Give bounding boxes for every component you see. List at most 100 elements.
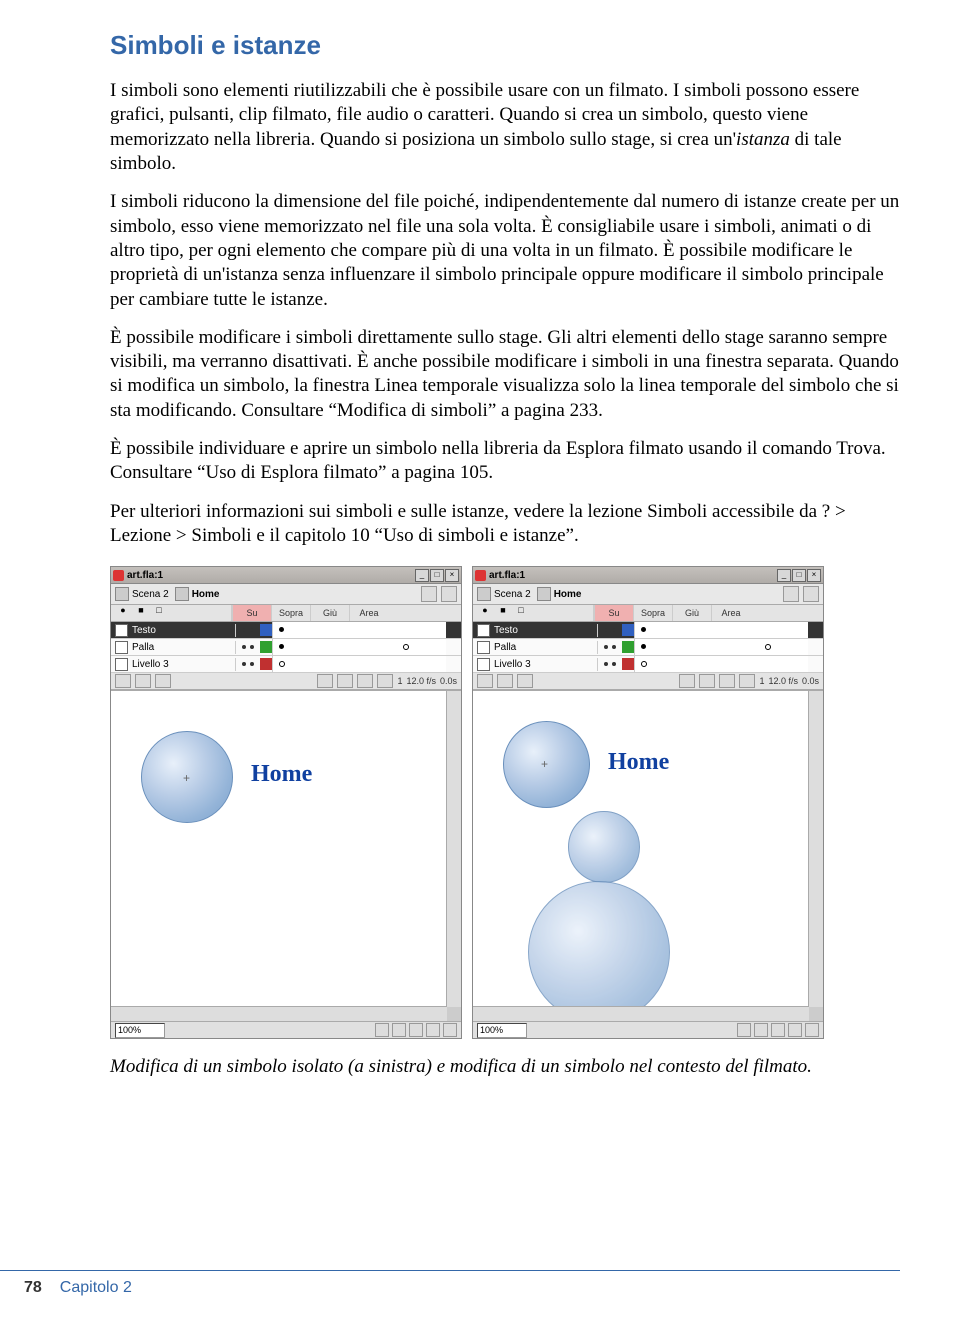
stage-canvas[interactable]: + Home <box>473 690 823 1021</box>
status-icon[interactable] <box>754 1023 768 1037</box>
minimize-button[interactable]: _ <box>777 569 791 582</box>
layer-row[interactable]: Livello 3 <box>473 656 823 673</box>
outline-icon[interactable]: □ <box>151 605 167 617</box>
flash-window-left: art.fla:1 _ □ × Scena 2 Home <box>110 566 462 1039</box>
status-icon[interactable] <box>375 1023 389 1037</box>
layer-label: Testo <box>494 625 518 636</box>
close-button[interactable]: × <box>807 569 821 582</box>
status-icon[interactable] <box>426 1023 440 1037</box>
delete-layer-button[interactable] <box>155 674 171 688</box>
eye-icon[interactable]: ● <box>477 605 493 617</box>
edit-scene-button[interactable] <box>783 586 799 602</box>
add-layer-button[interactable] <box>477 674 493 688</box>
breadcrumb-symbol[interactable]: Home <box>537 587 582 601</box>
layer-color <box>622 658 634 670</box>
layer-row[interactable]: Livello 3 <box>111 656 461 673</box>
frame-tab-sopra[interactable]: Sopra <box>633 605 672 621</box>
frame-tab-giu[interactable]: Giù <box>310 605 349 621</box>
status-icon[interactable] <box>805 1023 819 1037</box>
breadcrumb-symbol[interactable]: Home <box>175 587 220 601</box>
edit-scene-button[interactable] <box>421 586 437 602</box>
frame-tab-giu[interactable]: Giù <box>672 605 711 621</box>
onion-outline-button[interactable] <box>699 674 715 688</box>
breadcrumb-label: Home <box>192 589 220 600</box>
scrollbar[interactable] <box>808 691 823 1007</box>
scrollbar[interactable] <box>473 1006 809 1021</box>
status-icon[interactable] <box>737 1023 751 1037</box>
frame-tab-area[interactable]: Area attiva <box>711 605 750 621</box>
close-button[interactable]: × <box>445 569 459 582</box>
frame-tab-sopra[interactable]: Sopra <box>271 605 310 621</box>
add-folder-button[interactable] <box>497 674 513 688</box>
breadcrumb-scene[interactable]: Scena 2 <box>115 587 169 601</box>
breadcrumb-bar: Scena 2 Home <box>473 584 823 605</box>
onion-skin-button[interactable] <box>679 674 695 688</box>
add-layer-button[interactable] <box>115 674 131 688</box>
modify-markers-button[interactable] <box>739 674 755 688</box>
frame-tab-area[interactable]: Area attiva <box>349 605 388 621</box>
edit-symbol-button[interactable] <box>441 586 457 602</box>
status-icon[interactable] <box>788 1023 802 1037</box>
frame-header: ● ■ □ Su Sopra Giù Area attiva <box>111 605 461 622</box>
status-icon[interactable] <box>443 1023 457 1037</box>
stage-text-label[interactable]: Home <box>251 761 312 788</box>
fps-display: 12.0 f/s <box>406 676 436 686</box>
minimize-button[interactable]: _ <box>415 569 429 582</box>
titlebar: art.fla:1 _ □ × <box>111 567 461 584</box>
delete-layer-button[interactable] <box>517 674 533 688</box>
figure-row: art.fla:1 _ □ × Scena 2 Home <box>110 566 900 1039</box>
page-footer: 78 Capitolo 2 <box>0 1270 900 1297</box>
resize-corner[interactable] <box>447 1007 461 1021</box>
status-icon[interactable] <box>771 1023 785 1037</box>
layer-controls: 1 12.0 f/s 0.0s <box>473 673 823 690</box>
body-paragraph: I simboli sono elementi riutilizzabili c… <box>110 79 900 176</box>
layer-color <box>260 641 272 653</box>
scrollbar[interactable] <box>111 1006 447 1021</box>
outline-icon[interactable]: □ <box>513 605 529 617</box>
layer-row[interactable]: Testo <box>473 622 823 639</box>
layer-icon <box>115 624 128 637</box>
frame-tab-su[interactable]: Su <box>232 605 271 621</box>
lock-icon[interactable]: ■ <box>133 605 149 617</box>
time-display: 0.0s <box>440 676 457 686</box>
layer-row[interactable]: Palla <box>111 639 461 656</box>
onion-skin-button[interactable] <box>317 674 333 688</box>
chapter-label: Capitolo 2 <box>60 1279 132 1297</box>
stage-canvas[interactable]: + Home <box>111 690 461 1021</box>
frame-header: ● ■ □ Su Sopra Giù Area attiva <box>473 605 823 622</box>
resize-corner[interactable] <box>809 1007 823 1021</box>
fps-display: 12.0 f/s <box>768 676 798 686</box>
maximize-button[interactable]: □ <box>430 569 444 582</box>
layer-row[interactable]: Palla <box>473 639 823 656</box>
edit-symbol-button[interactable] <box>803 586 819 602</box>
add-folder-button[interactable] <box>135 674 151 688</box>
layer-color <box>260 658 272 670</box>
modify-markers-button[interactable] <box>377 674 393 688</box>
edit-multiple-button[interactable] <box>357 674 373 688</box>
eye-icon[interactable]: ● <box>115 605 131 617</box>
ball-instance[interactable] <box>568 811 640 883</box>
maximize-button[interactable]: □ <box>792 569 806 582</box>
ball-instance[interactable] <box>528 881 670 1021</box>
lock-icon[interactable]: ■ <box>495 605 511 617</box>
layer-row[interactable]: Testo <box>111 622 461 639</box>
statusbar: 100% <box>473 1021 823 1038</box>
layer-icon <box>115 641 128 654</box>
time-display: 0.0s <box>802 676 819 686</box>
scrollbar[interactable] <box>446 691 461 1007</box>
onion-outline-button[interactable] <box>337 674 353 688</box>
body-paragraph: È possibile individuare e aprire un simb… <box>110 437 900 486</box>
symbol-icon <box>175 587 189 601</box>
frame-tab-su[interactable]: Su <box>594 605 633 621</box>
breadcrumb-label: Scena 2 <box>132 589 169 600</box>
layer-controls: 1 12.0 f/s 0.0s <box>111 673 461 690</box>
layer-color <box>622 624 634 636</box>
zoom-input[interactable]: 100% <box>477 1023 527 1038</box>
breadcrumb-scene[interactable]: Scena 2 <box>477 587 531 601</box>
layer-color <box>260 624 272 636</box>
status-icon[interactable] <box>392 1023 406 1037</box>
edit-multiple-button[interactable] <box>719 674 735 688</box>
status-icon[interactable] <box>409 1023 423 1037</box>
zoom-input[interactable]: 100% <box>115 1023 165 1038</box>
stage-text-label[interactable]: Home <box>608 749 669 776</box>
